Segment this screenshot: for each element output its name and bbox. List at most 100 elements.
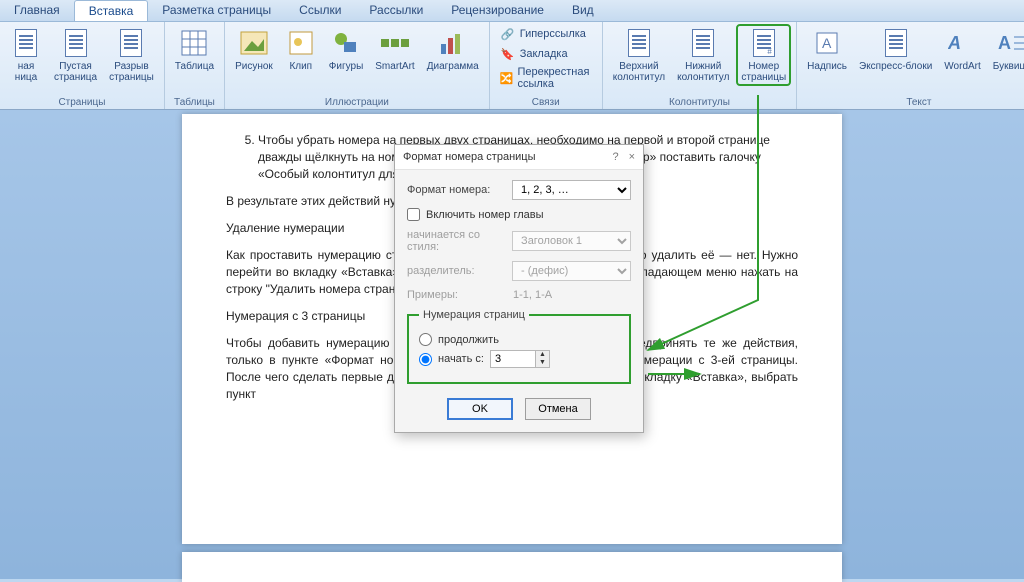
dialog-close-button[interactable]: × — [629, 151, 635, 163]
smartart-button[interactable]: SmartArt — [371, 25, 418, 74]
tab-view[interactable]: Вид — [558, 0, 608, 21]
group-text: A Надпись Экспресс-блоки A WordArt A Бук… — [797, 22, 1024, 109]
footer-label: Нижний колонтитул — [677, 61, 729, 83]
textbox-icon: A — [811, 27, 843, 59]
spin-up-button[interactable]: ▲ — [536, 351, 549, 359]
wordart-label: WordArt — [944, 61, 981, 72]
clip-label: Клип — [289, 61, 312, 72]
cover-page-button[interactable]: ная ница — [6, 25, 46, 85]
number-format-label: Формат номера: — [407, 184, 506, 196]
table-label: Таблица — [175, 61, 214, 72]
group-pages: ная ница Пустая страница Разрыв страницы… — [0, 22, 165, 109]
cover-page-label: ная ница — [15, 61, 37, 83]
crossref-icon: 🔀 — [500, 70, 514, 86]
group-tables: Таблица Таблицы — [165, 22, 225, 109]
smartart-label: SmartArt — [375, 61, 414, 72]
quickparts-label: Экспресс-блоки — [859, 61, 932, 72]
smartart-icon — [379, 27, 411, 59]
footer-icon — [687, 27, 719, 59]
hyperlink-button[interactable]: 🔗 Гиперссылка — [496, 25, 596, 43]
separator-label: разделитель: — [407, 265, 506, 277]
footer-button[interactable]: Нижний колонтитул — [673, 25, 733, 85]
hyperlink-label: Гиперссылка — [520, 28, 586, 40]
group-illustrations-label: Иллюстрации — [231, 96, 483, 108]
bookmark-button[interactable]: 🔖 Закладка — [496, 45, 596, 63]
separator-select: - (дефис) — [512, 261, 631, 281]
page-numbering-legend: Нумерация страниц — [419, 309, 529, 321]
bookmark-label: Закладка — [520, 48, 568, 60]
header-button[interactable]: Верхний колонтитул — [609, 25, 669, 85]
group-text-label: Текст — [803, 96, 1024, 108]
picture-icon — [238, 27, 270, 59]
ribbon-tabs: Главная Вставка Разметка страницы Ссылки… — [0, 0, 1024, 22]
tab-layout[interactable]: Разметка страницы — [148, 0, 285, 21]
group-links: 🔗 Гиперссылка 🔖 Закладка 🔀 Перекрестная … — [490, 22, 603, 109]
clip-icon — [285, 27, 317, 59]
wordart-button[interactable]: A WordArt — [940, 25, 985, 74]
examples-value: 1-1, 1-A — [513, 289, 552, 301]
blank-page-button[interactable]: Пустая страница — [50, 25, 101, 85]
tab-insert[interactable]: Вставка — [74, 0, 149, 21]
chart-icon — [437, 27, 469, 59]
group-pages-label: Страницы — [6, 96, 158, 108]
quickparts-button[interactable]: Экспресс-блоки — [855, 25, 936, 74]
include-chapter-checkbox[interactable] — [407, 208, 420, 221]
blank-page-icon — [60, 27, 92, 59]
crossref-label: Перекрестная ссылка — [517, 66, 591, 90]
header-icon — [623, 27, 655, 59]
group-headerfooter: Верхний колонтитул Нижний колонтитул # Н… — [603, 22, 797, 109]
tab-home[interactable]: Главная — [0, 0, 74, 21]
cover-page-icon — [10, 27, 42, 59]
group-headerfooter-label: Колонтитулы — [609, 96, 790, 108]
shapes-button[interactable]: Фигуры — [325, 25, 367, 74]
spin-down-button[interactable]: ▼ — [536, 359, 549, 367]
ok-button[interactable]: OK — [447, 398, 513, 420]
wordart-icon: A — [947, 27, 979, 59]
group-illustrations: Рисунок Клип Фигуры SmartArt Диаграмма И… — [225, 22, 490, 109]
textbox-button[interactable]: A Надпись — [803, 25, 851, 74]
textbox-label: Надпись — [807, 61, 847, 72]
picture-button[interactable]: Рисунок — [231, 25, 277, 74]
tab-mailings[interactable]: Рассылки — [355, 0, 437, 21]
blank-page-label: Пустая страница — [54, 61, 97, 83]
number-format-select[interactable]: 1, 2, 3, … — [512, 180, 631, 200]
page-break-icon — [115, 27, 147, 59]
table-button[interactable]: Таблица — [171, 25, 218, 74]
picture-label: Рисунок — [235, 61, 273, 72]
page-number-icon: # — [748, 27, 780, 59]
page-number-button[interactable]: # Номер страницы — [737, 25, 790, 85]
start-style-label: начинается со стиля: — [407, 229, 506, 253]
cancel-button[interactable]: Отмена — [525, 398, 591, 420]
start-at-input[interactable] — [490, 350, 536, 368]
crossref-button[interactable]: 🔀 Перекрестная ссылка — [496, 65, 596, 91]
page-number-label: Номер страницы — [741, 61, 786, 83]
continue-radio-label: продолжить — [438, 334, 499, 346]
shapes-icon — [330, 27, 362, 59]
svg-text:A: A — [998, 33, 1011, 53]
bookmark-icon: 🔖 — [500, 46, 516, 62]
start-style-select: Заголовок 1 — [512, 231, 631, 251]
header-label: Верхний колонтитул — [613, 61, 665, 83]
clip-button[interactable]: Клип — [281, 25, 321, 74]
include-chapter-label: Включить номер главы — [426, 209, 544, 221]
dialog-title: Формат номера страницы — [403, 151, 536, 163]
dialog-help-button[interactable]: ? — [612, 151, 618, 163]
dropcap-button[interactable]: A Буквица — [989, 25, 1024, 74]
svg-text:A: A — [948, 33, 961, 53]
dropcap-icon: A — [996, 27, 1024, 59]
page-break-button[interactable]: Разрыв страницы — [105, 25, 158, 85]
chart-button[interactable]: Диаграмма — [423, 25, 483, 74]
page-number-format-dialog: Формат номера страницы ? × Формат номера… — [394, 144, 644, 433]
tab-review[interactable]: Рецензирование — [437, 0, 558, 21]
table-icon — [178, 27, 210, 59]
page-break-label: Разрыв страницы — [109, 61, 154, 83]
start-at-radio-label: начать с: — [438, 353, 484, 365]
continue-radio[interactable] — [419, 333, 432, 346]
tab-refs[interactable]: Ссылки — [285, 0, 355, 21]
start-at-radio[interactable] — [419, 353, 432, 366]
quickparts-icon — [880, 27, 912, 59]
dropcap-label: Буквица — [993, 61, 1024, 72]
ribbon: ная ница Пустая страница Разрыв страницы… — [0, 22, 1024, 110]
group-tables-label: Таблицы — [171, 96, 218, 108]
document-next-page[interactable] — [182, 552, 842, 582]
